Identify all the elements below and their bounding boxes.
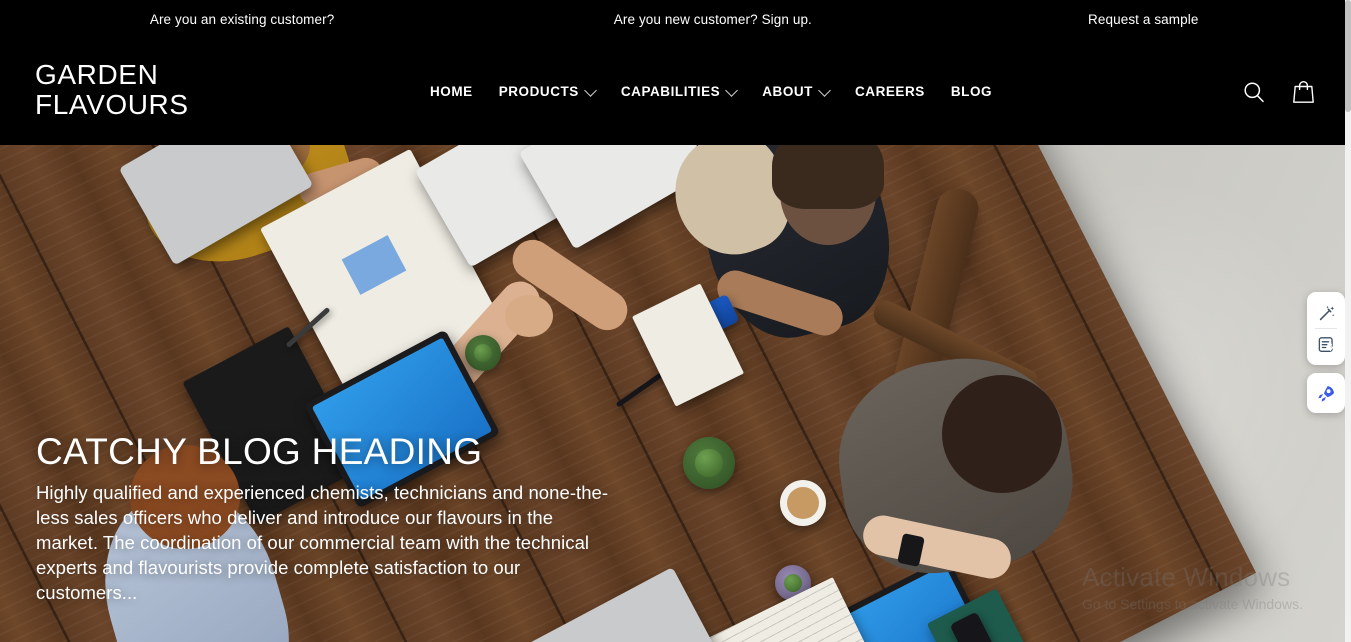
chevron-down-icon [725, 84, 739, 97]
site-header: GARDEN FLAVOURS HOME PRODUCTS CAPABILITI… [0, 38, 1345, 145]
dock-rocket-card [1307, 373, 1345, 413]
chevron-down-icon [818, 84, 831, 97]
shopping-bag-icon[interactable] [1292, 79, 1315, 104]
nav-label-home: HOME [430, 84, 473, 99]
nav-item-home[interactable]: HOME [430, 84, 486, 99]
chevron-down-icon [583, 84, 597, 97]
mug-latte [780, 480, 826, 526]
floating-widget-dock [1307, 292, 1345, 413]
nav-item-about[interactable]: ABOUT [749, 84, 842, 99]
rocket-icon[interactable] [1309, 378, 1343, 408]
plant-potted-center [683, 437, 735, 489]
topbar-link-existing-customer[interactable]: Are you an existing customer? [0, 12, 484, 27]
person-head-curly-seated [942, 375, 1062, 493]
top-announcement-bar: Are you an existing customer? Are you ne… [0, 0, 1345, 38]
topbar-link-new-customer[interactable]: Are you new customer? Sign up. [484, 12, 941, 27]
hero-text-block: CATCHY BLOG HEADING Highly qualified and… [36, 430, 616, 605]
page-scrollbar[interactable] [1345, 0, 1351, 642]
search-icon[interactable] [1242, 80, 1266, 104]
main-navigation: HOME PRODUCTS CAPABILITIES ABOUT CAREERS… [430, 38, 1005, 145]
logo-line-1: GARDEN [35, 59, 159, 90]
nav-label-capabilities: CAPABILITIES [620, 84, 721, 99]
site-logo[interactable]: GARDEN FLAVOURS [35, 60, 189, 120]
logo-line-2: FLAVOURS [35, 89, 189, 120]
plant-cactus-small [465, 335, 501, 371]
magic-wand-icon[interactable] [1309, 298, 1343, 328]
hero-section: CATCHY BLOG HEADING Highly qualified and… [0, 145, 1345, 642]
person-hair-curly-standing [772, 145, 884, 209]
nav-label-about: ABOUT [762, 84, 813, 99]
nav-item-capabilities[interactable]: CAPABILITIES [608, 84, 749, 99]
document-bolt-icon[interactable] [1309, 329, 1343, 359]
nav-label-careers: CAREERS [854, 84, 925, 99]
nav-label-blog: BLOG [950, 84, 993, 99]
topbar-link-request-sample[interactable]: Request a sample [942, 12, 1346, 27]
hero-body: Highly qualified and experienced chemist… [36, 482, 609, 603]
page-root: CATCHY BLOG HEADING Highly qualified and… [0, 0, 1351, 642]
nav-item-products[interactable]: PRODUCTS [486, 84, 608, 99]
hero-title: CATCHY BLOG HEADING [36, 431, 483, 472]
nav-item-careers[interactable]: CAREERS [842, 84, 938, 99]
scrollbar-thumb[interactable] [1345, 0, 1351, 112]
hand-clasp [505, 295, 553, 337]
nav-item-blog[interactable]: BLOG [938, 84, 1005, 99]
header-actions [1242, 38, 1315, 145]
dock-tools-card [1307, 292, 1345, 365]
nav-label-products: PRODUCTS [498, 84, 579, 99]
